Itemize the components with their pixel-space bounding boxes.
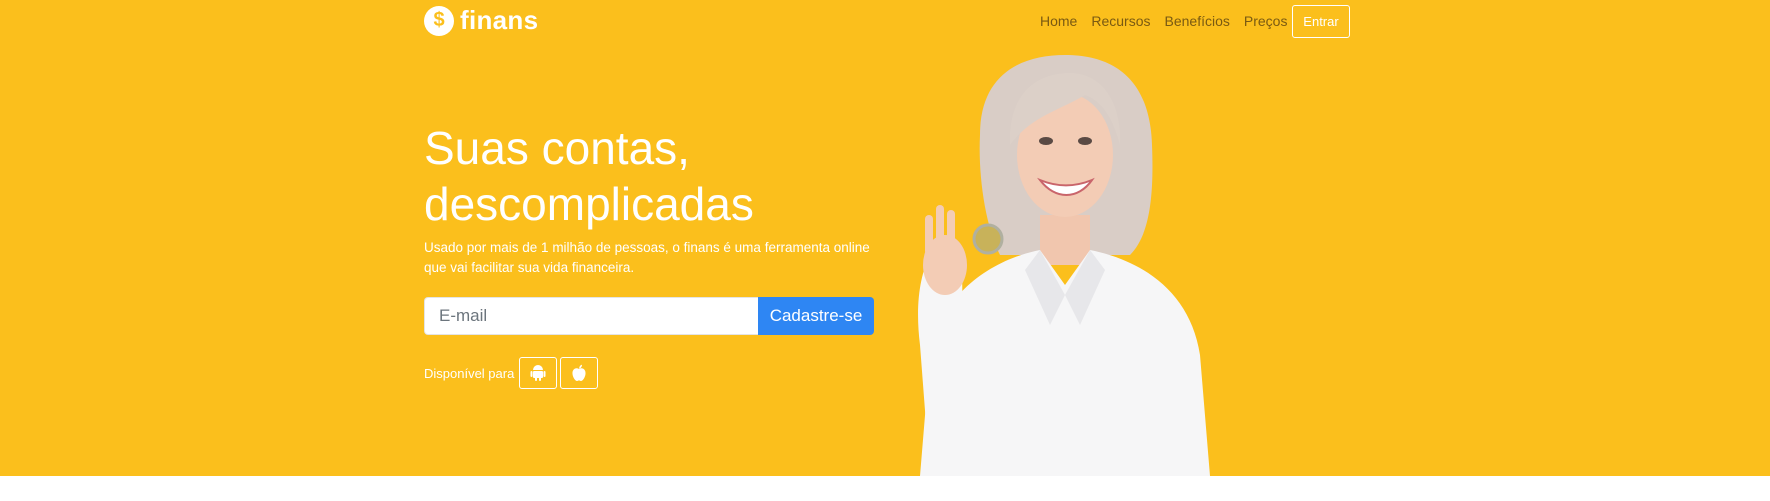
hero-title: Suas contas, descomplicadas [424,120,944,232]
brand-logo[interactable]: $ finans [424,5,538,36]
nav-beneficios[interactable]: Benefícios [1165,13,1230,29]
brand-name: finans [460,5,539,35]
coin-icon: $ [424,5,454,36]
apple-button[interactable] [560,357,599,389]
page-bottom-strip [0,476,1770,501]
nav-precos[interactable]: Preços [1244,13,1288,29]
hero-title-line2: descomplicadas [424,178,754,230]
hero-photo [918,55,1210,476]
android-button[interactable] [519,357,558,389]
nav-home[interactable]: Home [1040,13,1077,29]
available-label: Disponível para [424,365,515,381]
login-button[interactable]: Entrar [1292,5,1350,38]
android-icon [530,365,546,381]
hero-title-line1: Suas contas, [424,122,690,174]
platform-availability: Disponível para [424,357,599,389]
nav-recursos[interactable]: Recursos [1091,13,1150,29]
apple-icon [572,364,586,381]
signup-button[interactable]: Cadastre-se [758,297,874,335]
main-nav: Home Recursos Benefícios Preços [1040,13,1287,29]
signup-form: Cadastre-se [424,297,874,335]
hero-subtitle: Usado por mais de 1 milhão de pessoas, o… [424,240,870,275]
email-input[interactable] [424,297,758,335]
